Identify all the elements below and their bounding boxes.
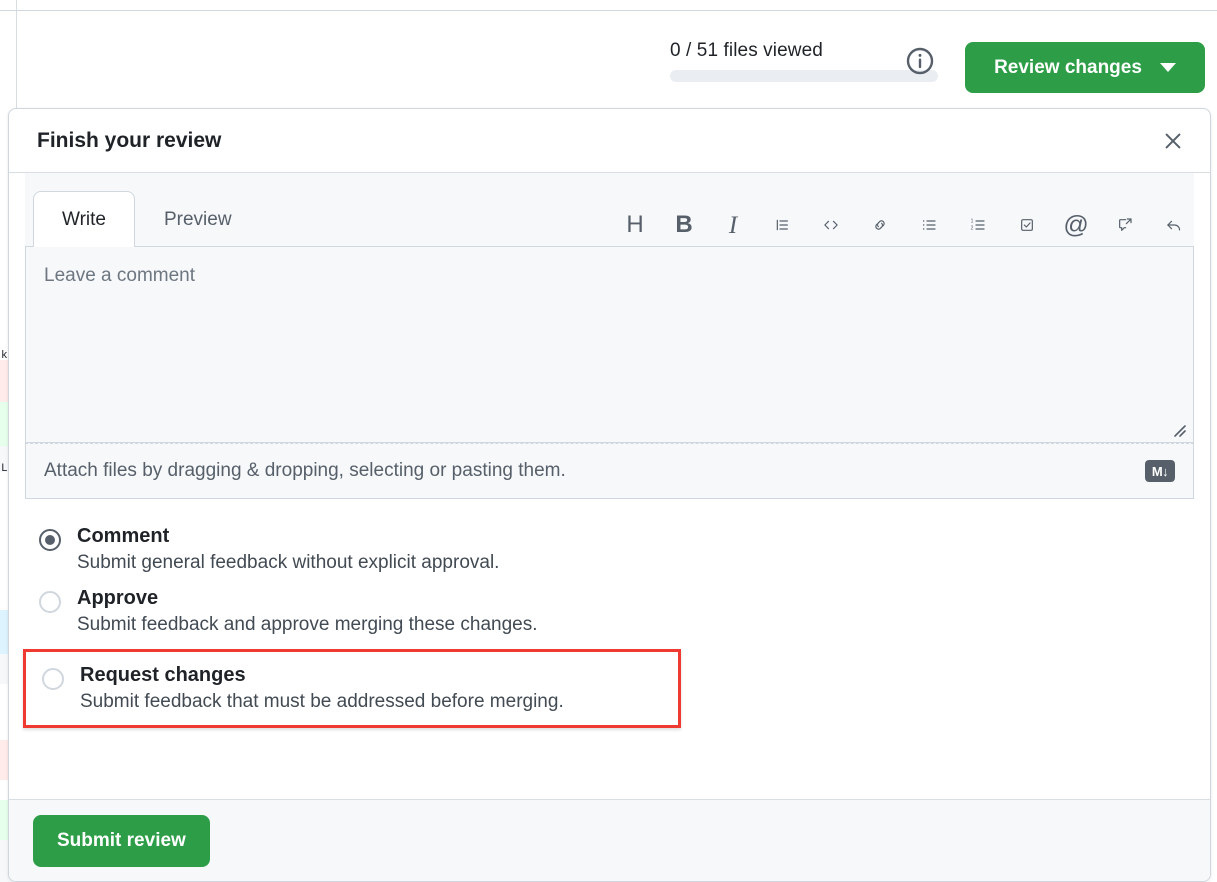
attach-files-row[interactable]: Attach files by dragging & dropping, sel… [25,443,1194,499]
link-icon[interactable] [866,210,894,240]
tab-write-label: Write [62,208,106,230]
comment-placeholder: Leave a comment [44,265,196,286]
attach-files-label: Attach files by dragging & dropping, sel… [44,460,566,481]
option-approve-text: Approve Submit feedback and approve merg… [77,587,538,637]
review-changes-button[interactable]: Review changes [965,42,1205,93]
option-comment-text: Comment Submit general feedback without … [77,525,499,575]
tab-preview-label: Preview [163,208,232,230]
dialog-body: Write Preview H B I 1 2 @ Leave a commen… [9,173,1210,729]
bold-icon[interactable]: B [670,210,698,240]
chevron-down-icon [1159,63,1176,72]
radio-request-changes[interactable] [42,667,64,690]
review-type-options: Comment Submit general feedback without … [9,499,1210,729]
italic-icon[interactable]: I [719,210,747,240]
tab-write[interactable]: Write [33,191,135,247]
option-comment-title: Comment [77,525,170,547]
svg-text:2: 2 [971,226,974,232]
option-request-changes-description: Submit feedback that must be addressed b… [80,690,564,712]
reply-icon[interactable] [1160,210,1188,240]
dialog-footer: Submit review [9,799,1210,881]
info-circle-icon[interactable] [904,45,936,77]
saved-reply-icon[interactable] [1111,210,1139,240]
option-request-changes-text: Request changes Submit feedback that mus… [80,664,564,714]
italic-glyph: I [728,211,738,239]
radio-approve[interactable] [39,590,61,613]
option-approve-description: Submit feedback and approve merging thes… [77,613,538,635]
mention-icon[interactable]: @ [1062,210,1090,240]
files-viewed-label: 0 / 51 files viewed [670,40,823,61]
dialog-title: Finish your review [37,128,222,152]
diff-code-fragment-2: L [1,463,8,475]
code-icon[interactable] [817,210,845,240]
comment-textarea[interactable]: Leave a comment [25,247,1194,443]
screen: k L 0 / 51 files viewed Review changes F… [0,0,1217,882]
bold-glyph: B [675,211,693,238]
header-divider [0,10,1217,11]
diff-code-fragment-1: k [1,350,8,362]
comment-composer: Write Preview H B I 1 2 @ Leave a commen… [25,173,1194,499]
composer-tabs: Write Preview H B I 1 2 @ [25,173,1194,247]
heading-icon[interactable]: H [621,210,649,240]
option-request-changes-title: Request changes [80,663,246,686]
resize-grip-handle[interactable] [1171,422,1187,438]
submit-review-button[interactable]: Submit review [33,814,210,867]
mention-glyph: @ [1063,210,1089,239]
option-comment[interactable]: Comment Submit general feedback without … [9,519,1210,581]
ordered-list-icon[interactable]: 1 2 [964,210,992,240]
dialog-header: Finish your review [9,109,1210,173]
quote-icon[interactable] [768,210,796,240]
files-viewed-progress [670,70,938,82]
tab-preview[interactable]: Preview [135,191,261,247]
markdown-badge-arrow: ↓ [1162,463,1169,479]
markdown-supported-icon[interactable]: M ↓ [1145,460,1175,482]
radio-comment[interactable] [39,529,61,551]
files-viewed-group: 0 / 51 files viewed [670,40,942,82]
close-dialog-button[interactable] [1156,124,1190,158]
option-comment-description: Submit general feedback without explicit… [77,552,500,573]
unordered-list-icon[interactable] [915,210,943,240]
review-changes-label: Review changes [994,56,1142,78]
svg-text:1: 1 [971,219,974,225]
option-approve-title: Approve [77,586,159,609]
heading-glyph: H [626,211,644,238]
option-approve[interactable]: Approve Submit feedback and approve merg… [9,581,1210,643]
option-request-changes[interactable]: Request changes Submit feedback that mus… [23,648,681,729]
finish-review-dialog: Finish your review Write Preview H B I 1… [8,108,1211,882]
markdown-toolbar: H B I 1 2 @ [621,210,1188,240]
markdown-badge-m: M [1151,463,1163,479]
task-list-icon[interactable] [1013,210,1041,240]
